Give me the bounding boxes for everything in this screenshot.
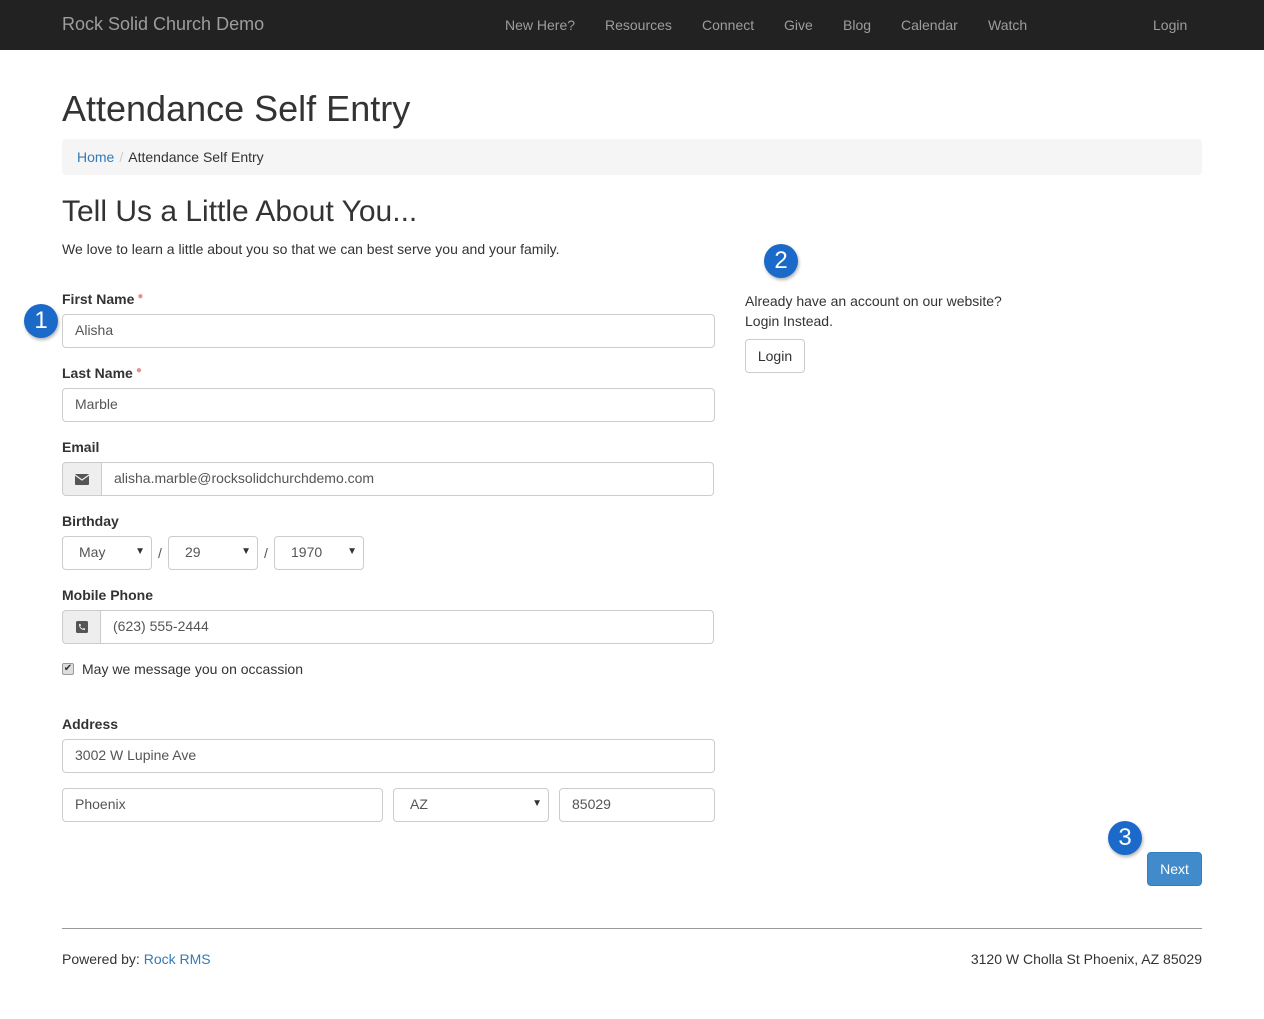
sms-checkbox[interactable]: ✔ <box>62 663 74 675</box>
next-button[interactable]: Next <box>1147 852 1202 886</box>
nav-blog[interactable]: Blog <box>843 17 871 33</box>
sms-checkbox-label[interactable]: May we message you on occassion <box>82 661 303 677</box>
email-input[interactable]: alisha.marble@rocksolidchurchdemo.com <box>101 462 714 496</box>
step-badge-1: 1 <box>24 304 58 338</box>
zip-input[interactable]: 85029 <box>559 788 715 822</box>
caret-down-icon: ▼ <box>241 546 251 557</box>
last-name-label: Last Name ● <box>62 365 142 381</box>
phone-icon <box>62 610 101 644</box>
nav-calendar[interactable]: Calendar <box>901 17 958 33</box>
first-name-input[interactable]: Alisha <box>62 314 715 348</box>
form-intro: We love to learn a little about you so t… <box>62 241 560 257</box>
nav-give[interactable]: Give <box>784 17 813 33</box>
state-select[interactable]: AZ ▼ <box>393 788 549 822</box>
navbar: Rock Solid Church Demo New Here? Resourc… <box>0 0 1264 50</box>
date-separator: / <box>264 545 268 561</box>
powered-by: Powered by: Rock RMS <box>62 951 211 967</box>
birthday-month-select[interactable]: May ▼ <box>62 536 152 570</box>
birthday-label: Birthday <box>62 513 119 529</box>
street-input[interactable]: 3002 W Lupine Ave <box>62 739 715 773</box>
caret-down-icon: ▼ <box>532 798 542 809</box>
step-badge-2: 2 <box>764 244 798 278</box>
city-input[interactable]: Phoenix <box>62 788 383 822</box>
breadcrumb-home[interactable]: Home <box>77 149 114 165</box>
nav-login[interactable]: Login <box>1153 17 1187 33</box>
nav-resources[interactable]: Resources <box>605 17 672 33</box>
login-prompt-line1: Already have an account on our website? <box>745 293 1002 309</box>
last-name-input[interactable]: Marble <box>62 388 715 422</box>
address-label: Address <box>62 716 119 732</box>
footer-divider <box>62 928 1202 929</box>
date-separator: / <box>158 545 162 561</box>
envelope-icon <box>62 462 102 496</box>
rock-rms-link[interactable]: Rock RMS <box>144 951 211 967</box>
mobile-phone-label: Mobile Phone <box>62 587 153 603</box>
caret-down-icon: ▼ <box>347 546 357 557</box>
breadcrumb: Home / Attendance Self Entry <box>62 139 1202 175</box>
page-title: Attendance Self Entry <box>62 88 411 129</box>
form-heading: Tell Us a Little About You... <box>62 195 418 228</box>
footer-address: 3120 W Cholla St Phoenix, AZ 85029 <box>970 951 1202 967</box>
login-prompt-line2: Login Instead. <box>745 313 833 329</box>
first-name-label: First Name ● <box>62 291 144 307</box>
mobile-phone-input[interactable]: (623) 555-2444 <box>100 610 714 644</box>
breadcrumb-current: Attendance Self Entry <box>128 149 264 165</box>
step-badge-3: 3 <box>1108 821 1142 855</box>
email-label: Email <box>62 439 100 455</box>
login-button[interactable]: Login <box>745 339 805 373</box>
birthday-day-select[interactable]: 29 ▼ <box>168 536 258 570</box>
nav-connect[interactable]: Connect <box>702 17 754 33</box>
powered-by-label: Powered by: <box>62 951 144 967</box>
breadcrumb-separator: / <box>119 149 124 165</box>
brand-link[interactable]: Rock Solid Church Demo <box>62 14 264 35</box>
nav-new-here[interactable]: New Here? <box>505 17 575 33</box>
birthday-year-select[interactable]: 1970 ▼ <box>274 536 364 570</box>
login-prompt: Already have an account on our website? … <box>745 291 1002 331</box>
nav-watch[interactable]: Watch <box>988 17 1027 33</box>
caret-down-icon: ▼ <box>135 546 145 557</box>
